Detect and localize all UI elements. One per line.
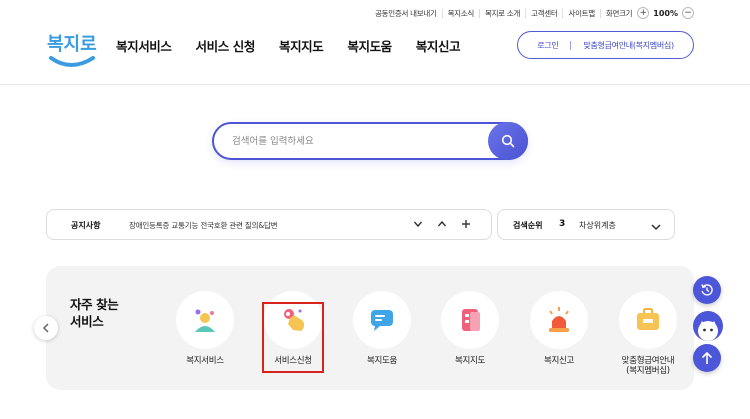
rank-label: 검색순위: [513, 221, 543, 230]
util-link-news[interactable]: 복지소식: [441, 8, 479, 18]
carousel-prev-button[interactable]: [34, 316, 58, 340]
rank-keyword[interactable]: 차상위계층: [579, 220, 616, 231]
selection-highlight: [262, 302, 324, 373]
recent-history-button[interactable]: [693, 276, 721, 304]
chevron-up-icon: [437, 220, 447, 227]
notice-next-button[interactable]: [412, 219, 424, 233]
search-box: [212, 122, 528, 160]
nav-item-welfare-report[interactable]: 복지신고: [416, 36, 461, 55]
notice-more-button[interactable]: [460, 219, 472, 233]
rank-number: 3: [559, 219, 566, 229]
site-logo[interactable]: 복지로: [45, 28, 97, 72]
notice-bar: 공지사항 장애인등록증 교통기능 전국호환 관련 질의&답변: [46, 209, 492, 240]
service-item-report[interactable]: 복지신고: [519, 291, 599, 366]
zoom-out-button[interactable]: −: [682, 7, 694, 19]
arrow-up-icon: [701, 351, 713, 364]
util-link-support[interactable]: 고객센터: [525, 8, 562, 18]
util-link-sitemap[interactable]: 사이트맵: [562, 8, 599, 18]
map-card-icon: [441, 291, 499, 349]
chevron-down-icon: [651, 224, 661, 231]
nav-item-service-apply[interactable]: 서비스 신청: [196, 36, 256, 55]
search-icon: [501, 134, 515, 148]
chevron-left-icon: [42, 323, 49, 333]
person-icon: [176, 291, 234, 349]
util-link-certificate[interactable]: 공동인증서 내보내기: [370, 9, 441, 18]
login-membership-box: 로그인 맞춤형급여안내(복지멤버십): [517, 31, 694, 59]
notice-text[interactable]: 장애인등록증 교통기능 전국호환 관련 질의&답변: [129, 220, 278, 231]
zoom-in-button[interactable]: +: [637, 7, 650, 19]
chevron-down-icon: [413, 221, 423, 228]
service-item-help[interactable]: 복지도움: [342, 291, 422, 366]
nav-item-welfare-service[interactable]: 복지서비스: [116, 36, 172, 55]
frequent-services-panel: 자주 찾는 서비스 복지서비스 서비스신청 복지도움 복지지도 복지신고 맞춤형…: [46, 266, 694, 390]
logo-wordmark: 복지로: [47, 34, 97, 55]
plus-icon: [462, 220, 470, 228]
service-item-map[interactable]: 복지지도: [430, 291, 510, 366]
utility-bar: 공동인증서 내보내기 복지소식 복지로 소개 고객센터 사이트맵 화면크기 + …: [370, 6, 694, 20]
notice-label: 공지사항: [71, 221, 101, 230]
nav-item-welfare-help[interactable]: 복지도움: [347, 36, 392, 55]
search-input[interactable]: [232, 133, 482, 149]
frequent-title: 자주 찾는 서비스: [70, 297, 119, 329]
siren-icon: [530, 291, 588, 349]
zoom-label: 화면크기: [599, 8, 637, 18]
search-rank-box[interactable]: 검색순위 3 차상위계층: [497, 209, 675, 240]
divider: [570, 40, 572, 50]
chatbot-button[interactable]: [693, 311, 723, 341]
nav-item-welfare-map[interactable]: 복지지도: [279, 36, 324, 55]
rank-expand-button[interactable]: [650, 218, 662, 237]
zoom-value: 100%: [653, 8, 678, 18]
briefcase-icon: [619, 291, 677, 349]
search-button[interactable]: [488, 122, 528, 160]
login-link[interactable]: 로그인: [537, 40, 558, 51]
membership-link[interactable]: 맞춤형급여안내(복지멤버십): [583, 40, 674, 51]
chatbot-mascot-icon: [698, 321, 718, 341]
scroll-top-button[interactable]: [693, 344, 721, 372]
chat-bubble-icon: [353, 291, 411, 349]
main-nav: 복지서비스 서비스 신청 복지지도 복지도움 복지신고: [116, 36, 461, 55]
header-divider: [0, 84, 750, 85]
service-item-membership[interactable]: 맞춤형급여안내 (복지멤버십): [608, 291, 688, 376]
history-icon: [701, 284, 713, 296]
service-item-welfare[interactable]: 복지서비스: [165, 291, 245, 366]
util-link-about[interactable]: 복지로 소개: [478, 8, 525, 18]
notice-prev-button[interactable]: [436, 219, 448, 233]
